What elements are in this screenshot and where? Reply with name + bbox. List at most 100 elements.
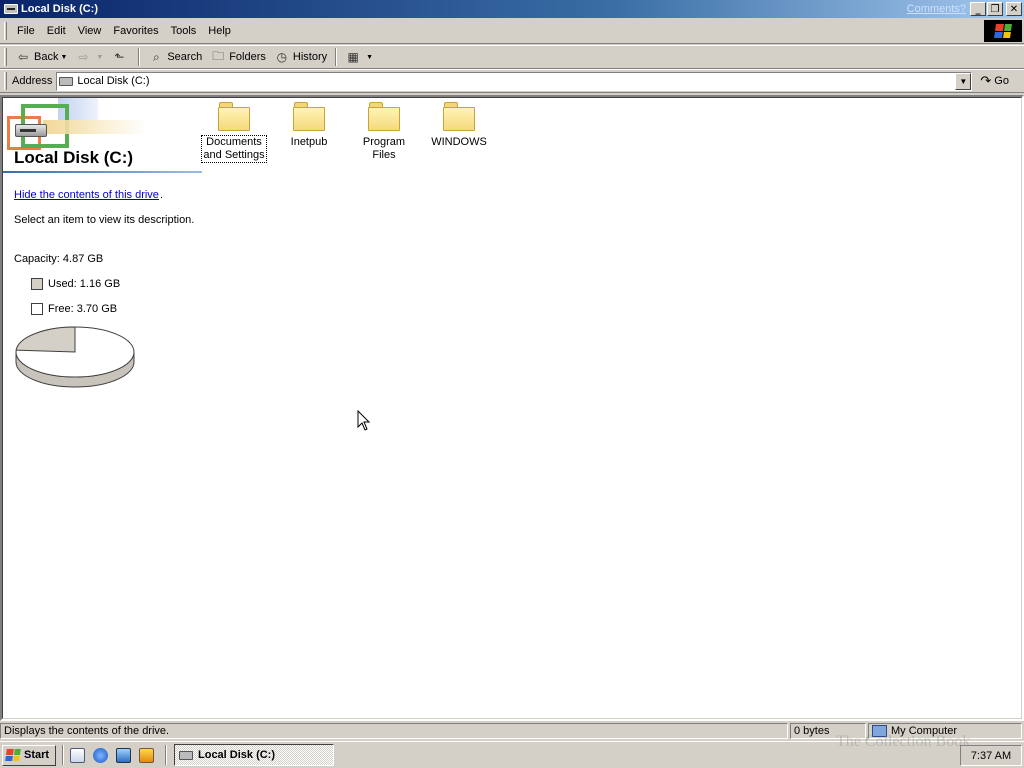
restore-button[interactable]: ❐: [987, 2, 1003, 16]
used-text: Used: 1.16 GB: [48, 278, 121, 290]
folder-icon: [367, 102, 401, 132]
capacity-text: Capacity: 4.87 GB: [14, 253, 104, 265]
folder-icon: [442, 102, 476, 132]
address-grip[interactable]: [4, 72, 7, 90]
go-button[interactable]: ↷ Go: [980, 74, 1009, 89]
pie-used-slice: [15, 326, 76, 353]
back-label: Back: [34, 51, 59, 63]
disk-usage-pie: [15, 326, 135, 388]
mouse-cursor-icon: [357, 410, 371, 431]
status-message: Displays the contents of the drive.: [0, 723, 788, 739]
watermark: The Collection Book: [836, 733, 971, 750]
menu-view[interactable]: View: [72, 23, 108, 39]
standard-toolbar: ⇦ Back ▼ ⇨ ▼ ⬑ ⌕ Search 🗀 Folders ◷ Hist…: [0, 45, 1024, 69]
free-legend: Free: 3.70 GB: [31, 303, 117, 315]
menu-bar: File Edit View Favorites Tools Help: [0, 18, 1024, 44]
address-label: Address: [12, 75, 53, 87]
outlook-express-icon: [115, 747, 131, 763]
address-bar: Address Local Disk (C:) ▼ ↷ Go: [0, 69, 1024, 93]
free-swatch: [31, 303, 43, 315]
panel-title: Local Disk (C:): [14, 148, 134, 167]
up-folder-icon: ⬑: [114, 50, 125, 64]
menu-help[interactable]: Help: [202, 23, 237, 39]
forward-dropdown-icon[interactable]: ▼: [96, 54, 103, 61]
internet-explorer-icon: [92, 747, 108, 763]
history-label: History: [292, 51, 328, 63]
folder-label: Documents and Settings: [201, 135, 267, 163]
clock[interactable]: 7:37 AM: [971, 750, 1011, 762]
windows-logo: [984, 20, 1022, 42]
go-arrow-icon: ↷: [980, 73, 992, 89]
back-dropdown-icon[interactable]: ▼: [60, 54, 67, 61]
search-label: Search: [167, 51, 203, 63]
taskbar-separator: [165, 745, 167, 765]
window-title: Local Disk (C:): [21, 3, 99, 15]
drive-icon: [59, 76, 74, 86]
folder-windows[interactable]: WINDOWS: [424, 102, 494, 149]
used-swatch: [31, 278, 43, 290]
menu-edit[interactable]: Edit: [41, 23, 72, 39]
taskbar-separator: [62, 745, 64, 765]
folders-label: Folders: [229, 51, 266, 63]
back-arrow-icon: ⇦: [17, 50, 29, 64]
folder-documents-and-settings[interactable]: Documents and Settings: [199, 102, 269, 163]
drive-icon: [4, 4, 18, 14]
folder-icon: [217, 102, 251, 132]
folders-icon: 🗀: [212, 48, 225, 63]
folder-label: Program Files: [362, 136, 406, 161]
up-button[interactable]: ⬑: [107, 47, 134, 67]
quicklaunch-ie[interactable]: [90, 745, 110, 765]
forward-arrow-icon: ⇨: [78, 50, 89, 64]
media-player-icon: [138, 747, 154, 763]
start-label: Start: [24, 749, 50, 761]
hide-link-period: .: [160, 189, 164, 201]
close-button[interactable]: ✕: [1006, 2, 1022, 16]
toolbar-grip[interactable]: [4, 48, 7, 66]
folders-button[interactable]: 🗀 Folders: [206, 47, 270, 67]
quicklaunch-media-player[interactable]: [136, 745, 156, 765]
address-input[interactable]: Local Disk (C:) ▼: [56, 71, 973, 91]
views-dropdown-icon[interactable]: ▼: [366, 54, 373, 61]
go-label: Go: [994, 75, 1009, 87]
panel-divider: [3, 171, 202, 173]
search-button[interactable]: ⌕ Search: [144, 47, 206, 67]
search-icon: ⌕: [152, 49, 160, 64]
task-label: Local Disk (C:): [198, 749, 276, 761]
toolbar-separator: [335, 48, 338, 66]
menu-grip[interactable]: [4, 21, 7, 40]
folder-icon: [292, 102, 326, 132]
used-legend: Used: 1.16 GB: [31, 278, 120, 290]
windows-flag-icon: [5, 749, 21, 761]
folder-program-files[interactable]: Program Files: [349, 102, 419, 162]
history-button[interactable]: ◷ History: [270, 47, 331, 67]
folder-view[interactable]: Local Disk (C:) Hide the contents of thi…: [0, 95, 1024, 721]
views-icon: ▦: [347, 50, 359, 64]
start-button[interactable]: Start: [2, 744, 56, 766]
quicklaunch-outlook[interactable]: [113, 745, 133, 765]
minimize-button[interactable]: _: [970, 2, 986, 16]
menu-file[interactable]: File: [11, 23, 41, 39]
address-value: Local Disk (C:): [77, 75, 150, 87]
quicklaunch-desktop[interactable]: [67, 745, 87, 765]
back-button[interactable]: ⇦ Back ▼: [11, 47, 71, 67]
free-text: Free: 3.70 GB: [48, 303, 118, 315]
comments-link[interactable]: Comments?: [907, 3, 966, 15]
menu-favorites[interactable]: Favorites: [107, 23, 164, 39]
folder-label: Inetpub: [290, 136, 328, 148]
drive-icon: [179, 750, 193, 760]
folder-label: WINDOWS: [431, 136, 487, 148]
toolbar-separator: [138, 48, 141, 66]
address-dropdown-button[interactable]: ▼: [955, 72, 972, 90]
history-icon: ◷: [276, 50, 288, 64]
hard-drive-icon: [15, 124, 47, 137]
windows-flag-icon: [994, 24, 1012, 38]
folder-inetpub[interactable]: Inetpub: [274, 102, 344, 149]
hide-contents-link[interactable]: Hide the contents of this drive: [14, 189, 159, 201]
views-button[interactable]: ▦ ▼: [341, 47, 377, 67]
task-local-disk[interactable]: Local Disk (C:): [174, 744, 334, 766]
show-desktop-icon: [69, 747, 85, 763]
forward-button[interactable]: ⇨ ▼: [71, 47, 107, 67]
item-description: Select an item to view its description.: [14, 214, 195, 226]
menu-tools[interactable]: Tools: [165, 23, 203, 39]
title-bar[interactable]: Local Disk (C:) Comments? _ ❐ ✕: [0, 0, 1024, 18]
